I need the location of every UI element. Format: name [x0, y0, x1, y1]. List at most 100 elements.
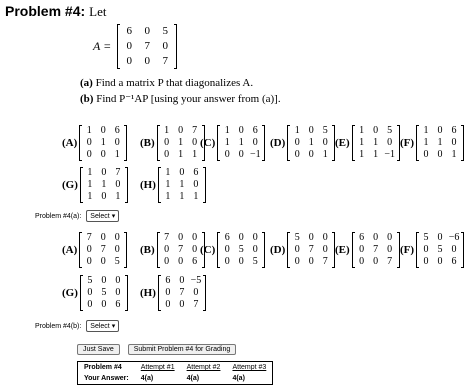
matrix-entry: 0: [387, 244, 393, 255]
matrix-entry: 1: [115, 191, 121, 202]
matrix-entry: 7: [387, 256, 393, 267]
matrix-entry: 0: [178, 125, 184, 136]
matrix-entry: −1: [249, 149, 261, 160]
submit-button[interactable]: Submit Problem #4 for Grading: [127, 344, 237, 355]
matrix-entry: 0: [193, 287, 199, 298]
matrix-entry: 0: [451, 244, 457, 255]
matrix-entry: 0: [87, 287, 93, 298]
matrix-entry: 0: [308, 125, 314, 136]
matrix-entry: 1: [114, 149, 120, 160]
option-matrix: 600050005: [217, 232, 266, 268]
matrix-entry: 0: [126, 40, 132, 52]
option-h: (H) 6 0 −5 0 7 0 0 0 7: [140, 275, 206, 311]
matrix-entry: 7: [322, 256, 328, 267]
option-matrix: 700070006: [156, 232, 205, 268]
option-matrix: 1 0 6 1 1 0 0 0 −1: [217, 125, 266, 161]
matrix-entry: 5: [162, 25, 168, 37]
option-matrix: 105010001: [287, 125, 336, 161]
matrix-entry: 0: [423, 244, 429, 255]
option-matrix: 1 0 5 1 1 0 1 1 −1: [351, 125, 400, 161]
matrix-entry: 0: [193, 179, 199, 190]
matrix-entry: 6: [359, 232, 365, 243]
matrix-entry: 0: [238, 125, 244, 136]
matrix-entry: 0: [101, 299, 107, 310]
matrix-entry: 0: [224, 256, 230, 267]
matrix-entry: 0: [252, 244, 258, 255]
action-buttons: Just Save Submit Problem #4 for Grading: [77, 344, 237, 355]
part-b-select[interactable]: Select ▾: [86, 320, 120, 332]
matrix-entry: 0: [86, 244, 92, 255]
matrix-entry: 1: [359, 149, 365, 160]
just-save-button[interactable]: Just Save: [77, 344, 120, 355]
matrix-entry: 6: [252, 125, 258, 136]
matrix-entry: 0: [373, 125, 379, 136]
matrix-entry: 1: [165, 167, 171, 178]
matrix-entry: 7: [115, 167, 121, 178]
option-c: (C) 6 0 0 0 5 0 0 0 5: [200, 232, 266, 268]
option-label: (D): [270, 137, 286, 149]
option-label: (F): [400, 137, 415, 149]
attempt-3-link[interactable]: Attempt #3: [226, 362, 272, 374]
matrix-entry: 0: [373, 256, 379, 267]
attempts-table: Problem #4 Attempt #1 Attempt #2 Attempt…: [77, 361, 274, 385]
matrix-entry: 5: [387, 125, 393, 136]
attempt-2-link[interactable]: Attempt #2: [181, 362, 227, 374]
option-a: (A) 7 0 0 0 7 0 0 0 5: [62, 232, 128, 268]
matrix-entry: 0: [101, 191, 107, 202]
matrix-entry: 0: [100, 149, 106, 160]
matrix-entry: 0: [164, 137, 170, 148]
matrix-entry: 0: [126, 55, 132, 67]
option-h: (H) 1 0 6 1 1 0 1 1 1: [140, 167, 206, 203]
matrix-entry: 1: [86, 125, 92, 136]
matrix-entry: 0: [322, 244, 328, 255]
matrix-entry: 0: [165, 299, 171, 310]
matrix-entry: 1: [87, 191, 93, 202]
matrix-entry: 0: [359, 244, 365, 255]
matrix-entry: 7: [144, 40, 150, 52]
option-label: (B): [140, 244, 155, 256]
matrix-entry: 6: [114, 125, 120, 136]
option-label: (C): [200, 137, 216, 149]
option-label: (C): [200, 244, 216, 256]
matrix-entry: 1: [423, 137, 429, 148]
matrix-a: 605070007: [117, 24, 178, 69]
matrix-entry: 1: [164, 125, 170, 136]
attempt-1-link[interactable]: Attempt #1: [135, 362, 181, 374]
part-a-label: (a): [80, 77, 93, 89]
matrix-entry: 0: [451, 137, 457, 148]
matrix-entry: 7: [179, 287, 185, 298]
matrix-entry: 0: [86, 256, 92, 267]
matrix-entry: 0: [164, 256, 170, 267]
option-label: (G): [62, 287, 78, 299]
option-matrix: 5 0 −6 0 5 0 0 0 6: [416, 232, 465, 268]
matrix-entry: 5: [238, 244, 244, 255]
option-label: (G): [62, 179, 78, 191]
matrix-entry: 0: [294, 244, 300, 255]
matrix-entry: 5: [437, 244, 443, 255]
matrix-entry: 1: [178, 137, 184, 148]
option-label: (B): [140, 137, 155, 149]
matrix-entry: 0: [114, 232, 120, 243]
part-a-select[interactable]: Select ▾: [86, 210, 120, 222]
matrix-entry: 0: [100, 232, 106, 243]
option-matrix: 106110111: [157, 167, 206, 203]
matrix-entry: 0: [162, 40, 168, 52]
attempts-header-row: Problem #4 Attempt #1 Attempt #2 Attempt…: [78, 362, 273, 374]
matrix-entry: 0: [224, 244, 230, 255]
matrix-entry: 0: [308, 149, 314, 160]
option-matrix: 107110101: [79, 167, 128, 203]
matrix-entry: 0: [322, 232, 328, 243]
matrix-entry: 1: [179, 191, 185, 202]
matrix-entry: 0: [100, 125, 106, 136]
matrix-entry: 1: [322, 149, 328, 160]
matrix-entry: 0: [437, 256, 443, 267]
option-label: (A): [62, 137, 78, 149]
matrix-entry: −5: [190, 275, 202, 286]
matrix-entry: 0: [437, 125, 443, 136]
matrix-entry: 0: [178, 232, 184, 243]
matrix-entry: 5: [87, 275, 93, 286]
matrix-entry: 5: [101, 287, 107, 298]
option-b: (B) 1 0 7 0 1 0 0 1 1: [140, 125, 205, 161]
matrix-entry: 7: [100, 244, 106, 255]
matrix-a-definition: A = 605070007: [93, 24, 178, 69]
